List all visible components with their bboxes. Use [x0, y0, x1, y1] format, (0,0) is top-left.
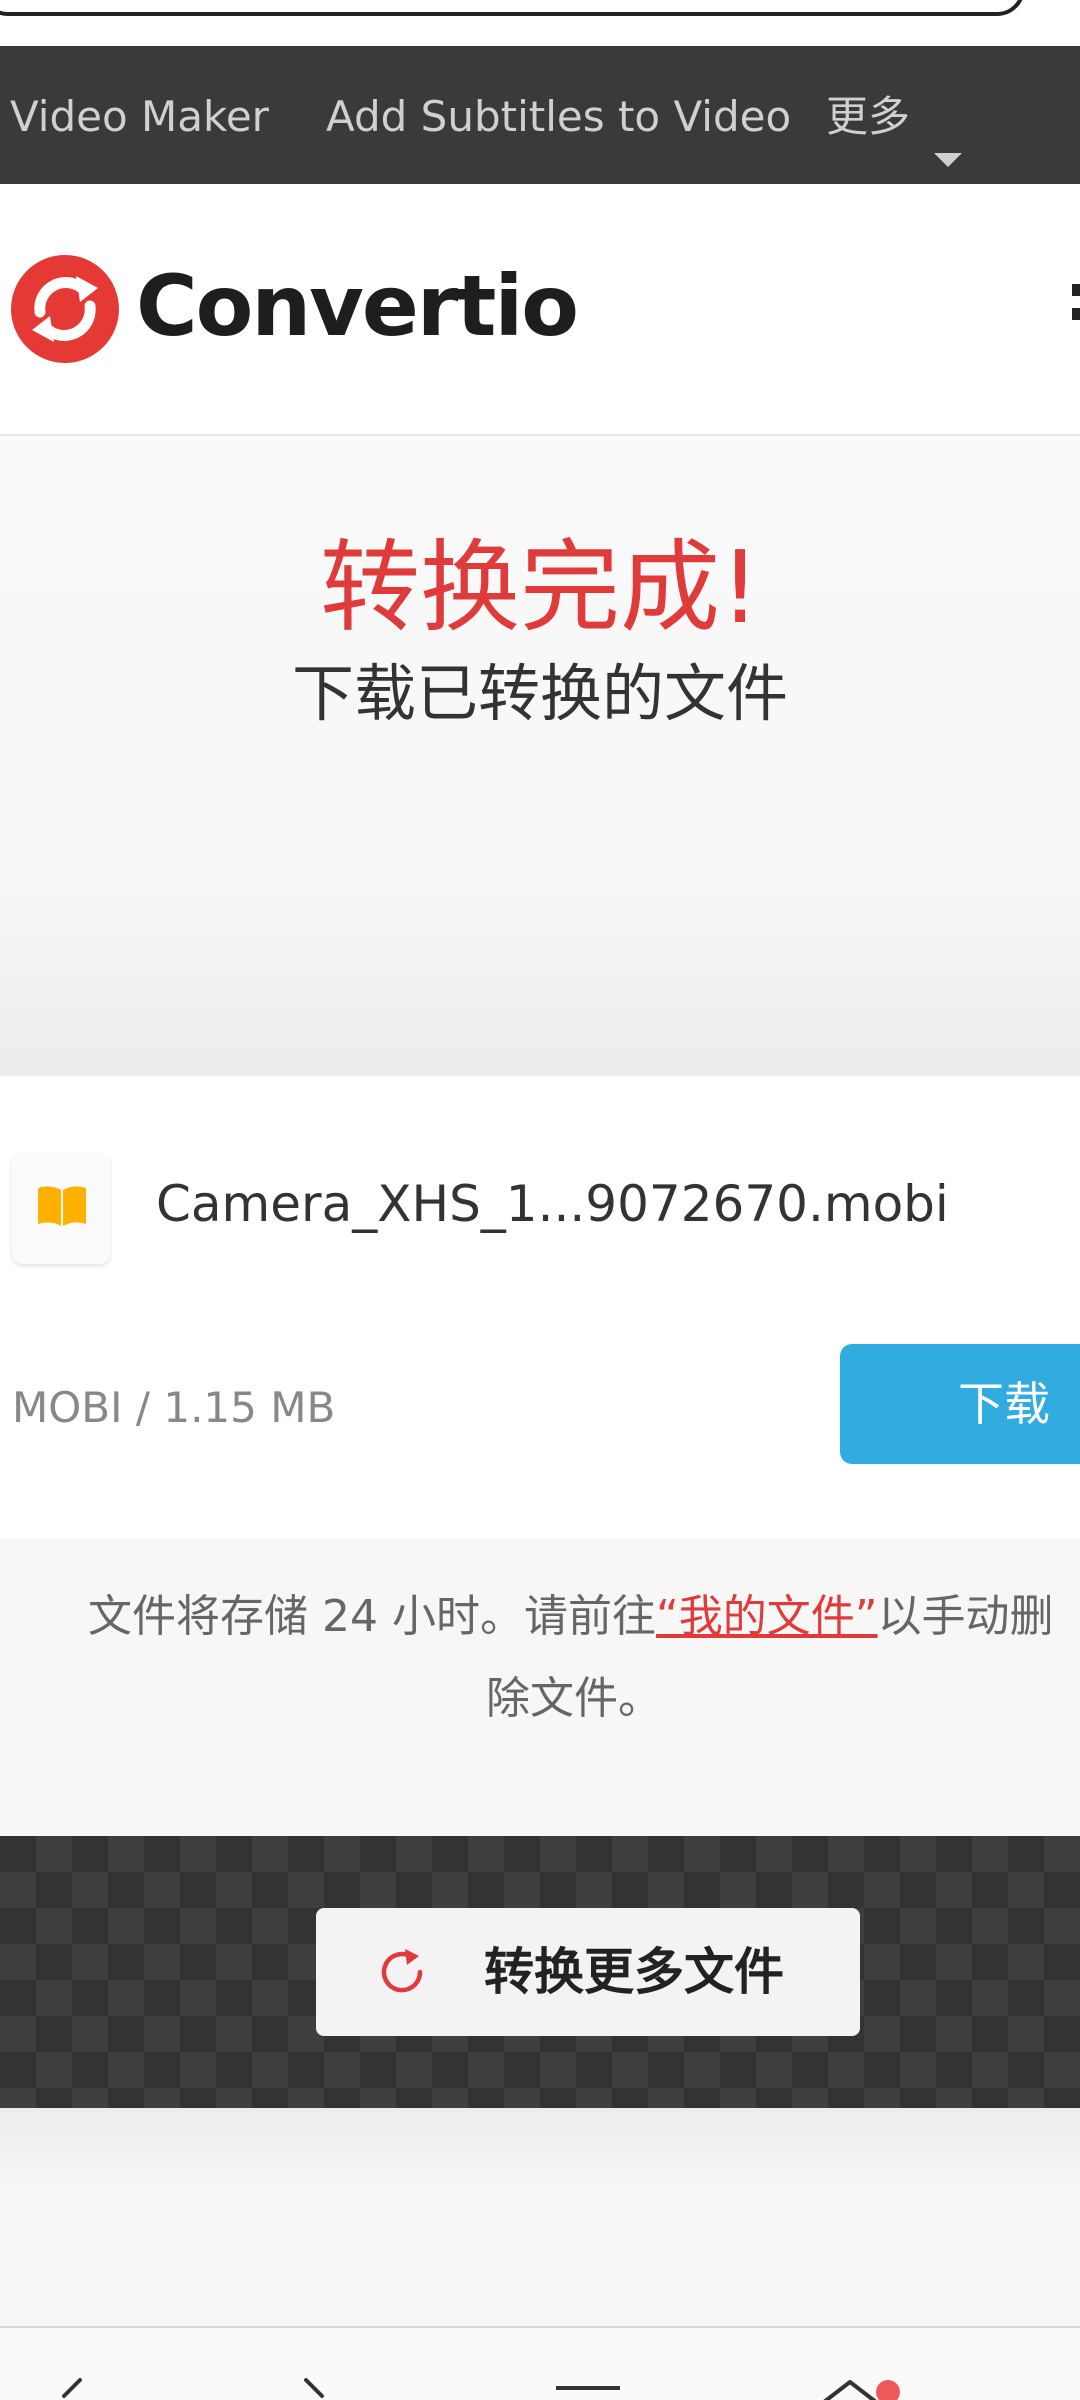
nav-item-video-maker[interactable]: Video Maker [10, 92, 269, 142]
search-bar-area [0, 0, 1080, 46]
forward-arrow-icon[interactable] [300, 2378, 330, 2400]
file-card: Camera_XHS_1...9072670.mobi MOBI / 1.15 … [0, 1076, 1080, 1538]
convert-more-label: 转换更多文件 [484, 1943, 784, 2001]
convert-more-button[interactable]: 转换更多文件 [316, 1908, 860, 2036]
brand-name[interactable]: Convertio [136, 256, 579, 356]
convertio-logo-icon[interactable] [10, 254, 120, 364]
notification-dot [876, 2380, 900, 2400]
file-type-badge [12, 1152, 110, 1264]
page-title: 转换完成! [319, 529, 761, 646]
refresh-icon [381, 1949, 423, 1993]
file-name: Camera_XHS_1...9072670.mobi [156, 1175, 949, 1233]
file-format-size: MOBI / 1.15 MB [12, 1383, 336, 1432]
system-nav-bar [0, 2326, 1080, 2400]
conversion-hero: 转换完成! 下载已转换的文件 [0, 436, 1080, 1076]
storage-info-text-tail: 以手动删 [877, 1591, 1054, 1642]
page-bottom-area [0, 2108, 1080, 2326]
nav-item-add-subtitles[interactable]: Add Subtitles to Video [326, 92, 791, 142]
address-bar[interactable] [0, 0, 1025, 16]
menu-lines-icon[interactable] [556, 2378, 620, 2400]
my-files-link[interactable]: “我的文件” [656, 1591, 878, 1642]
back-arrow-icon[interactable] [56, 2378, 86, 2400]
caret-down-icon[interactable] [934, 153, 962, 167]
home-icon[interactable] [820, 2378, 880, 2400]
nav-item-more[interactable]: 更多 [826, 92, 910, 142]
storage-info-line-2: 除文件。 [486, 1673, 662, 1724]
convert-more-band: 转换更多文件 [0, 1836, 1080, 2108]
top-nav-bar: Video Maker Add Subtitles to Video 更多 [0, 46, 1080, 184]
storage-info-text: 文件将存储 24 小时。请前往 [88, 1591, 656, 1642]
book-icon [38, 1186, 86, 1226]
site-header: Convertio [0, 184, 1080, 436]
menu-icon[interactable] [1072, 284, 1080, 344]
page-subtitle: 下载已转换的文件 [291, 657, 788, 730]
storage-info-line: 文件将存储 24 小时。请前往“我的文件”以手动删 [88, 1582, 1054, 1652]
download-button[interactable]: 下载 [840, 1344, 1080, 1464]
storage-info: 文件将存储 24 小时。请前往“我的文件”以手动删 除文件。 [0, 1538, 1080, 1836]
